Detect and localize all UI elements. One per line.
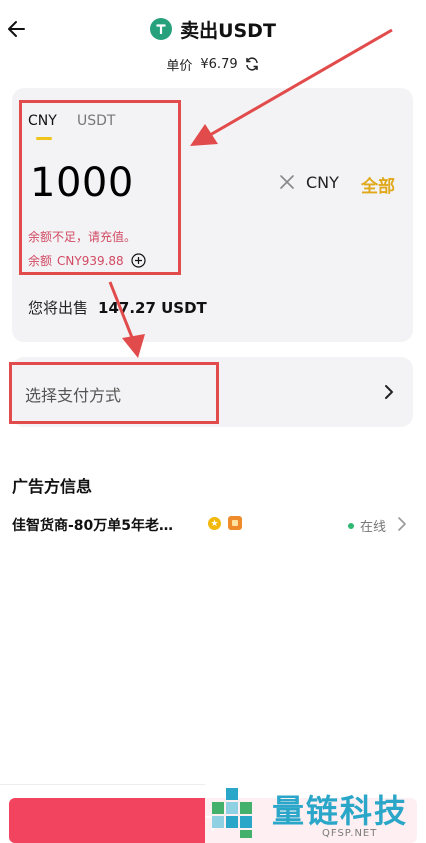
chevron-right-icon[interactable] (382, 382, 396, 402)
online-dot-icon (348, 522, 354, 529)
unit-price-row: 单价 ¥6.79 (0, 54, 426, 74)
verified-badge-icon: ★ (208, 517, 221, 530)
sell-summary: 您将出售 147.27 USDT (28, 297, 207, 318)
watermark-subtext: QFSP.NET (322, 828, 378, 839)
price-value: ¥6.79 (200, 56, 238, 72)
watermark-text: 量链科技 (272, 792, 409, 830)
price-label: 单价 (166, 58, 193, 74)
advertiser-name[interactable]: 佳智货商-80万单5年老… (12, 515, 173, 535)
status-text: 在线 (360, 520, 387, 535)
all-button[interactable]: 全部 (361, 172, 395, 197)
sell-label: 您将出售 (28, 299, 89, 317)
advertiser-section-title: 广告方信息 (12, 477, 93, 496)
header-title-bar: 卖出USDT (0, 14, 426, 44)
advertiser-chevron-icon[interactable] (397, 515, 407, 533)
page-title: 卖出USDT (180, 19, 276, 42)
tether-icon (150, 18, 173, 40)
sell-value: 147.27 USDT (98, 298, 207, 317)
highlight-box-payment (9, 362, 219, 424)
watermark-logo-icon (212, 788, 252, 838)
clear-x-icon[interactable] (276, 171, 298, 193)
refresh-icon[interactable] (244, 56, 260, 72)
highlight-box-amount (19, 100, 181, 275)
online-status: 在线 (348, 516, 386, 535)
currency-label: CNY (306, 173, 339, 192)
shield-badge-icon (228, 516, 242, 530)
